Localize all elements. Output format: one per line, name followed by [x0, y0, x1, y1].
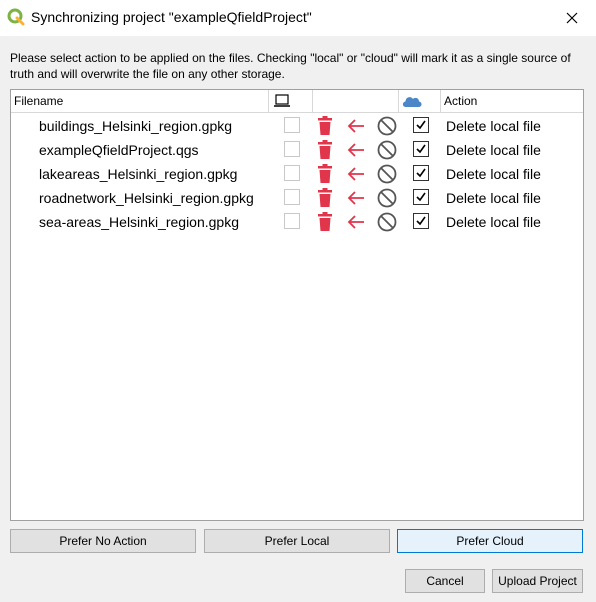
instructions-text: Please select action to be applied on th…: [10, 51, 571, 81]
cloud-checkbox[interactable]: [413, 117, 429, 133]
no-action-icon[interactable]: [377, 116, 397, 139]
header-filename-label: Filename: [14, 94, 64, 108]
no-action-icon[interactable]: [377, 212, 397, 235]
filename-cell: roadnetwork_Helsinki_region.gpkg: [39, 190, 254, 206]
table-row[interactable]: roadnetwork_Helsinki_region.gpkg Delete …: [11, 186, 583, 210]
no-action-icon[interactable]: [377, 164, 397, 187]
filename-cell: lakeareas_Helsinki_region.gpkg: [39, 166, 238, 182]
trash-icon[interactable]: [317, 116, 333, 139]
prefer-cloud-button[interactable]: Prefer Cloud: [397, 529, 583, 553]
local-checkbox[interactable]: [284, 189, 300, 205]
header-filename[interactable]: Filename: [11, 90, 269, 112]
filename-cell: exampleQfieldProject.qgs: [39, 142, 199, 158]
qgis-q-icon: [7, 8, 25, 26]
cloud-checkbox[interactable]: [413, 141, 429, 157]
filename-cell: sea-areas_Helsinki_region.gpkg: [39, 214, 240, 230]
table-header: Filename Action: [11, 90, 583, 113]
no-action-icon[interactable]: [377, 188, 397, 211]
close-x-icon: [566, 12, 578, 24]
arrow-left-icon[interactable]: [347, 118, 365, 137]
local-checkbox[interactable]: [284, 213, 300, 229]
table-row[interactable]: buildings_Helsinki_region.gpkg Delete lo…: [11, 114, 583, 138]
header-local[interactable]: [269, 90, 313, 112]
file-sync-table[interactable]: Filename Action buildings_Helsinki_regio…: [10, 89, 584, 521]
action-cell[interactable]: Delete local file: [446, 214, 541, 230]
cloud-checkbox[interactable]: [413, 213, 429, 229]
arrow-left-icon[interactable]: [347, 142, 365, 161]
close-button[interactable]: [548, 0, 596, 36]
header-action[interactable]: Action: [441, 90, 583, 112]
action-cell[interactable]: Delete local file: [446, 166, 541, 182]
cloud-icon: [402, 97, 422, 107]
laptop-icon: [274, 94, 290, 107]
cloud-checkbox[interactable]: [413, 165, 429, 181]
upload-project-button[interactable]: Upload Project: [492, 569, 583, 593]
trash-icon[interactable]: [317, 212, 333, 235]
arrow-left-icon[interactable]: [347, 166, 365, 185]
local-checkbox[interactable]: [284, 117, 300, 133]
header-middle[interactable]: [313, 90, 399, 112]
window-title: Synchronizing project "exampleQfieldProj…: [31, 9, 312, 25]
filename-cell: buildings_Helsinki_region.gpkg: [39, 118, 233, 134]
no-action-icon[interactable]: [377, 140, 397, 163]
table-row[interactable]: sea-areas_Helsinki_region.gpkg Delete lo…: [11, 210, 583, 234]
action-cell[interactable]: Delete local file: [446, 118, 541, 134]
prefer-no-action-button[interactable]: Prefer No Action: [10, 529, 196, 553]
arrow-left-icon[interactable]: [347, 214, 365, 233]
trash-icon[interactable]: [317, 188, 333, 211]
trash-icon[interactable]: [317, 140, 333, 163]
local-checkbox[interactable]: [284, 141, 300, 157]
trash-icon[interactable]: [317, 164, 333, 187]
title-bar: Synchronizing project "exampleQfieldProj…: [0, 0, 596, 36]
table-row[interactable]: exampleQfieldProject.qgs Delete local fi…: [11, 138, 583, 162]
action-cell[interactable]: Delete local file: [446, 142, 541, 158]
header-action-label: Action: [444, 94, 478, 108]
prefer-local-button[interactable]: Prefer Local: [204, 529, 390, 553]
action-cell[interactable]: Delete local file: [446, 190, 541, 206]
arrow-left-icon[interactable]: [347, 190, 365, 209]
cancel-button[interactable]: Cancel: [405, 569, 485, 593]
table-row[interactable]: lakeareas_Helsinki_region.gpkg Delete lo…: [11, 162, 583, 186]
header-cloud[interactable]: [399, 90, 441, 112]
cloud-checkbox[interactable]: [413, 189, 429, 205]
local-checkbox[interactable]: [284, 165, 300, 181]
